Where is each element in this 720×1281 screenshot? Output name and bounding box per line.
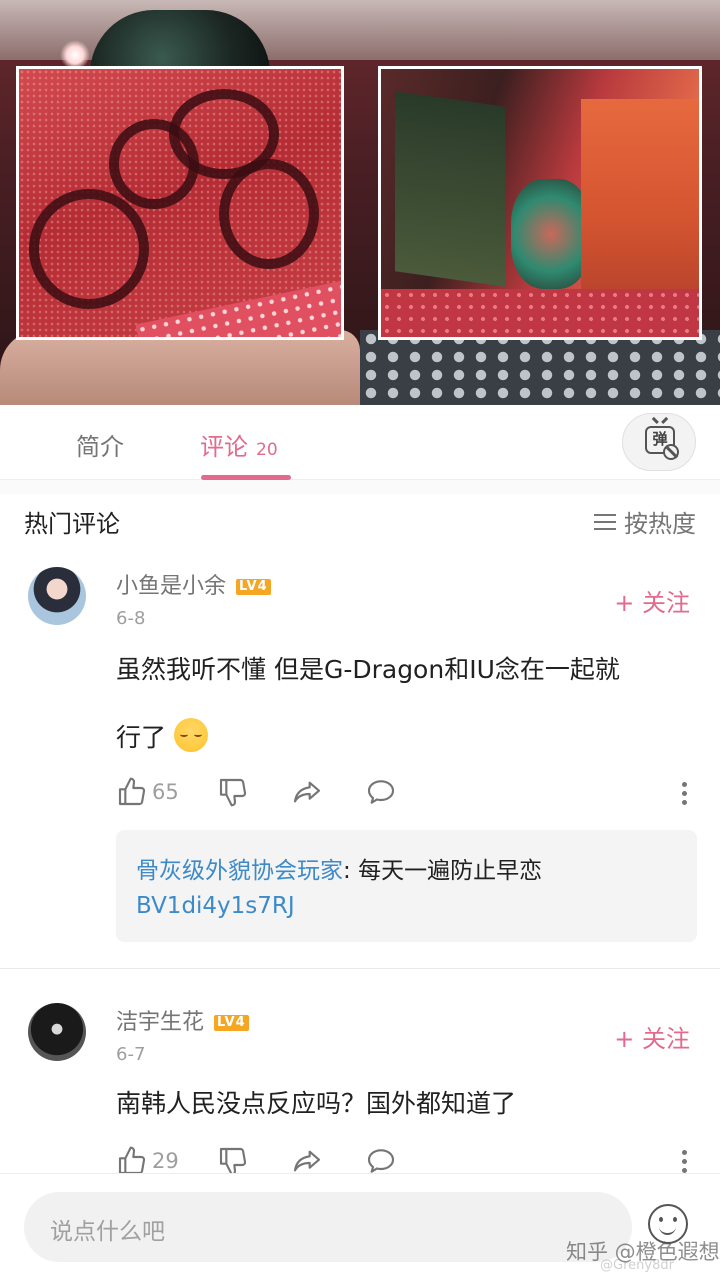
reply-button[interactable] — [365, 776, 401, 808]
share-icon — [293, 781, 320, 803]
video-inset-left — [16, 66, 344, 340]
video-inset-right — [378, 66, 702, 340]
thumbs-up-icon — [118, 777, 146, 806]
section-title: 热门评论 — [24, 510, 120, 538]
reply-bubble-icon — [367, 780, 394, 804]
danmaku-toggle-button[interactable]: 弹 — [622, 413, 696, 471]
comment-text: 虽然我听不懂 但是G-Dragon和IU念在一起就 行了 — [116, 655, 620, 752]
video-arm — [0, 330, 360, 405]
sort-menu-icon — [594, 513, 616, 531]
sort-button[interactable]: 按热度 — [594, 504, 696, 539]
avatar[interactable] — [28, 567, 86, 625]
level-badge: LV4 — [214, 1015, 249, 1031]
reply-preview[interactable]: 骨灰级外貌协会玩家: 每天一遍防止早恋 BV1di4y1s7RJ — [116, 830, 697, 942]
tab-intro[interactable]: 简介 — [76, 427, 124, 462]
more-vertical-icon[interactable] — [682, 782, 688, 808]
video-shirt — [360, 330, 720, 405]
hot-comments-header: 热门评论 按热度 — [0, 494, 720, 548]
comment-input[interactable]: 说点什么吧 — [24, 1192, 632, 1262]
comment-text: 南韩人民没点反应吗？国外都知道了 — [116, 1089, 517, 1118]
comments-count: 20 — [256, 440, 278, 460]
comment-date: 6-7 — [116, 1044, 146, 1065]
video-player[interactable] — [0, 0, 720, 405]
tab-bar: 简介 评论 20 — [0, 405, 720, 480]
avatar[interactable] — [28, 1003, 86, 1061]
dislike-button[interactable] — [217, 776, 253, 808]
tab-comments[interactable]: 评论 20 — [200, 427, 278, 462]
comment-actions: 65 — [116, 772, 439, 812]
comment-divider — [0, 968, 720, 969]
watermark-sub: @Greny8dr — [600, 1258, 674, 1273]
follow-button[interactable]: + 关注 — [614, 583, 690, 618]
share-button[interactable] — [291, 776, 327, 808]
comment-date: 6-8 — [116, 608, 146, 629]
like-button[interactable]: 65 — [116, 776, 179, 808]
comment-username[interactable]: 小鱼是小余 LV4 — [116, 568, 271, 600]
reply-video-link[interactable]: BV1di4y1s7RJ — [136, 889, 677, 924]
comment-username[interactable]: 洁宇生花 LV4 — [116, 1004, 249, 1036]
reply-username[interactable]: 骨灰级外貌协会玩家 — [136, 858, 343, 884]
reply-text: 每天一遍防止早恋 — [358, 858, 543, 884]
level-badge: LV4 — [236, 579, 271, 595]
thumbs-down-icon — [219, 778, 246, 807]
shy-face-emoji-icon — [174, 718, 209, 752]
follow-button[interactable]: + 关注 — [614, 1019, 690, 1054]
